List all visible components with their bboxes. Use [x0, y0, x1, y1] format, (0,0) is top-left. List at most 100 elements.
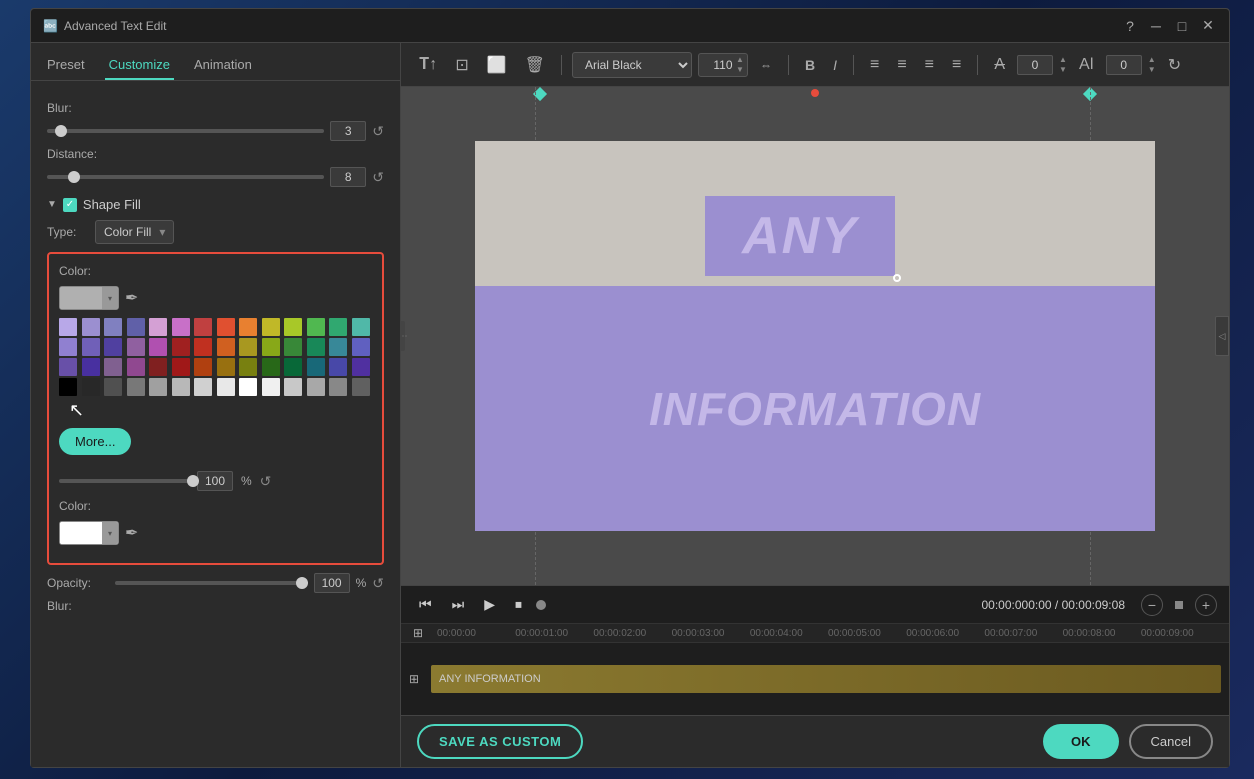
type-select[interactable]: Color Fill ▾ [95, 220, 174, 244]
color-cell[interactable] [59, 338, 77, 356]
eyedropper-button-2[interactable]: ✒ [125, 523, 138, 543]
color-cell[interactable] [352, 378, 370, 396]
leading-up[interactable]: ▲ [1148, 55, 1156, 64]
ok-button[interactable]: OK [1043, 724, 1119, 759]
minimize-button[interactable]: ─ [1147, 17, 1165, 35]
eyedropper-button-1[interactable]: ✒ [125, 288, 138, 308]
bold-button[interactable]: B [799, 53, 821, 77]
opacity-value[interactable]: 100 [314, 573, 350, 593]
color-cell[interactable] [127, 358, 145, 376]
color-cell[interactable] [284, 358, 302, 376]
color-cell[interactable] [194, 338, 212, 356]
color-cell[interactable] [149, 358, 167, 376]
color-cell[interactable] [82, 378, 100, 396]
stop-button[interactable]: ⏹ [509, 592, 528, 617]
color-cell[interactable] [352, 358, 370, 376]
color-cell[interactable] [149, 378, 167, 396]
maximize-button[interactable]: □ [1173, 17, 1191, 35]
color-cell[interactable] [352, 318, 370, 336]
color-cell[interactable] [239, 358, 257, 376]
blur-reset-button[interactable]: ↺ [372, 123, 384, 140]
color-cell[interactable] [82, 318, 100, 336]
color-cell[interactable] [194, 378, 212, 396]
align-right-button[interactable]: ≡ [919, 52, 940, 78]
transform-button[interactable]: ⊡ [449, 51, 474, 79]
rotate-button[interactable]: ↻ [1162, 51, 1187, 79]
image-button[interactable]: ⬜ [481, 51, 513, 79]
color-cell[interactable] [194, 318, 212, 336]
color-cell[interactable] [262, 378, 280, 396]
distance-value-input[interactable]: 8 [330, 167, 366, 187]
color-cell[interactable] [239, 338, 257, 356]
color-cell[interactable] [172, 338, 190, 356]
color-cell[interactable] [82, 358, 100, 376]
leading-value[interactable] [1106, 55, 1142, 75]
color-cell[interactable] [127, 338, 145, 356]
color-cell[interactable] [329, 358, 347, 376]
color-cell[interactable] [329, 318, 347, 336]
opacity-value-input[interactable] [197, 471, 233, 491]
step-back-button[interactable]: ⏭ [446, 592, 471, 617]
color-cell[interactable] [172, 318, 190, 336]
align-left-button[interactable]: ≡ [864, 52, 885, 78]
color-swatch-dropdown-2[interactable]: ▾ [59, 521, 119, 545]
leading-down[interactable]: ▼ [1148, 65, 1156, 74]
color-cell[interactable] [307, 358, 325, 376]
distance-reset-button[interactable]: ↺ [372, 169, 384, 186]
color-cell[interactable] [104, 318, 122, 336]
cancel-button[interactable]: Cancel [1129, 724, 1213, 759]
color-cell[interactable] [307, 318, 325, 336]
color-cell[interactable] [262, 358, 280, 376]
color-cell[interactable] [59, 358, 77, 376]
color-cell[interactable] [217, 358, 235, 376]
align-justify-button[interactable]: ≡ [946, 52, 967, 78]
kern-down[interactable]: ▼ [1059, 65, 1067, 74]
color-cell[interactable] [284, 318, 302, 336]
opacity-reset-button[interactable]: ↺ [260, 473, 272, 490]
color-cell[interactable] [329, 378, 347, 396]
shape-fill-checkbox[interactable]: ✓ [63, 198, 77, 212]
color-cell[interactable] [59, 318, 77, 336]
color-cell[interactable] [149, 338, 167, 356]
font-size-up[interactable]: ▲ [736, 55, 744, 64]
color-cell[interactable] [217, 378, 235, 396]
zoom-in-button[interactable]: + [1195, 594, 1217, 616]
font-size-down[interactable]: ▼ [736, 65, 744, 74]
delete-button[interactable]: 🗑 [519, 51, 551, 79]
opacity-reset[interactable]: ↺ [372, 575, 384, 592]
color-cell[interactable] [104, 378, 122, 396]
color-cell[interactable] [284, 338, 302, 356]
opacity-slider[interactable] [115, 581, 308, 585]
color-cell[interactable] [239, 378, 257, 396]
more-colors-button[interactable]: More... [59, 428, 131, 455]
color-cell[interactable] [82, 338, 100, 356]
align-center-button[interactable]: ≡ [891, 52, 912, 78]
color-cell[interactable] [194, 358, 212, 376]
skip-back-button[interactable]: ⏮ [413, 592, 438, 617]
text-size-adjust[interactable]: Aǀ [1073, 52, 1100, 78]
color-cell[interactable] [127, 378, 145, 396]
tab-animation[interactable]: Animation [190, 51, 256, 80]
close-button[interactable]: ✕ [1199, 17, 1217, 35]
color-cell[interactable] [284, 378, 302, 396]
color-cell[interactable] [104, 338, 122, 356]
kern-up[interactable]: ▲ [1059, 55, 1067, 64]
kern-value[interactable] [1017, 55, 1053, 75]
color-cell[interactable] [172, 358, 190, 376]
color-swatch-dropdown[interactable]: ▾ [59, 286, 119, 310]
italic-button[interactable]: I [827, 53, 843, 77]
color-cell[interactable] [262, 318, 280, 336]
tab-customize[interactable]: Customize [105, 51, 174, 80]
blur-value-input[interactable]: 3 [330, 121, 366, 141]
color-cell[interactable] [104, 358, 122, 376]
zoom-out-button[interactable]: − [1141, 594, 1163, 616]
text-tool-button[interactable]: 𝐓↑ [413, 52, 443, 78]
strikethrough-button[interactable]: A [988, 52, 1011, 78]
color-cell[interactable] [127, 318, 145, 336]
font-select[interactable]: Arial Black [572, 52, 692, 78]
color-cell[interactable] [149, 318, 167, 336]
blur-slider[interactable] [47, 129, 324, 133]
color-cell[interactable] [172, 378, 190, 396]
color-cell[interactable] [217, 318, 235, 336]
color-cell[interactable] [239, 318, 257, 336]
